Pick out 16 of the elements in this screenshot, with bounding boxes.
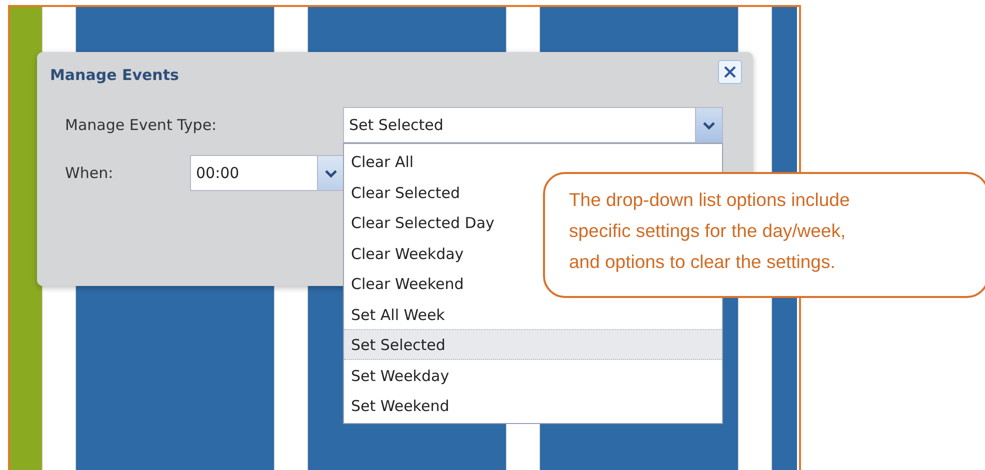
- combo-field[interactable]: Set Selected: [343, 107, 695, 143]
- combo-field[interactable]: 00:00: [190, 155, 317, 191]
- close-button[interactable]: [718, 60, 742, 84]
- dropdown-option[interactable]: Set Weekday: [344, 360, 722, 390]
- dialog-title: Manage Events: [50, 65, 179, 86]
- dropdown-option[interactable]: Set Selected: [344, 329, 722, 360]
- callout-text: The drop-down list options include specific settings for the day/week, and options to clear the settings.: [543, 172, 985, 298]
- dropdown-option[interactable]: Set Weekend: [344, 390, 722, 420]
- dropdown-option[interactable]: Set All Week: [344, 298, 722, 329]
- dropdown-button[interactable]: [317, 155, 345, 191]
- field-label: When:: [65, 163, 114, 184]
- caret-icon: [702, 120, 716, 130]
- caret-icon: [324, 168, 338, 178]
- dropdown-button[interactable]: [695, 107, 723, 143]
- close-icon: [723, 65, 737, 79]
- field-label: Manage Event Type:: [65, 115, 217, 136]
